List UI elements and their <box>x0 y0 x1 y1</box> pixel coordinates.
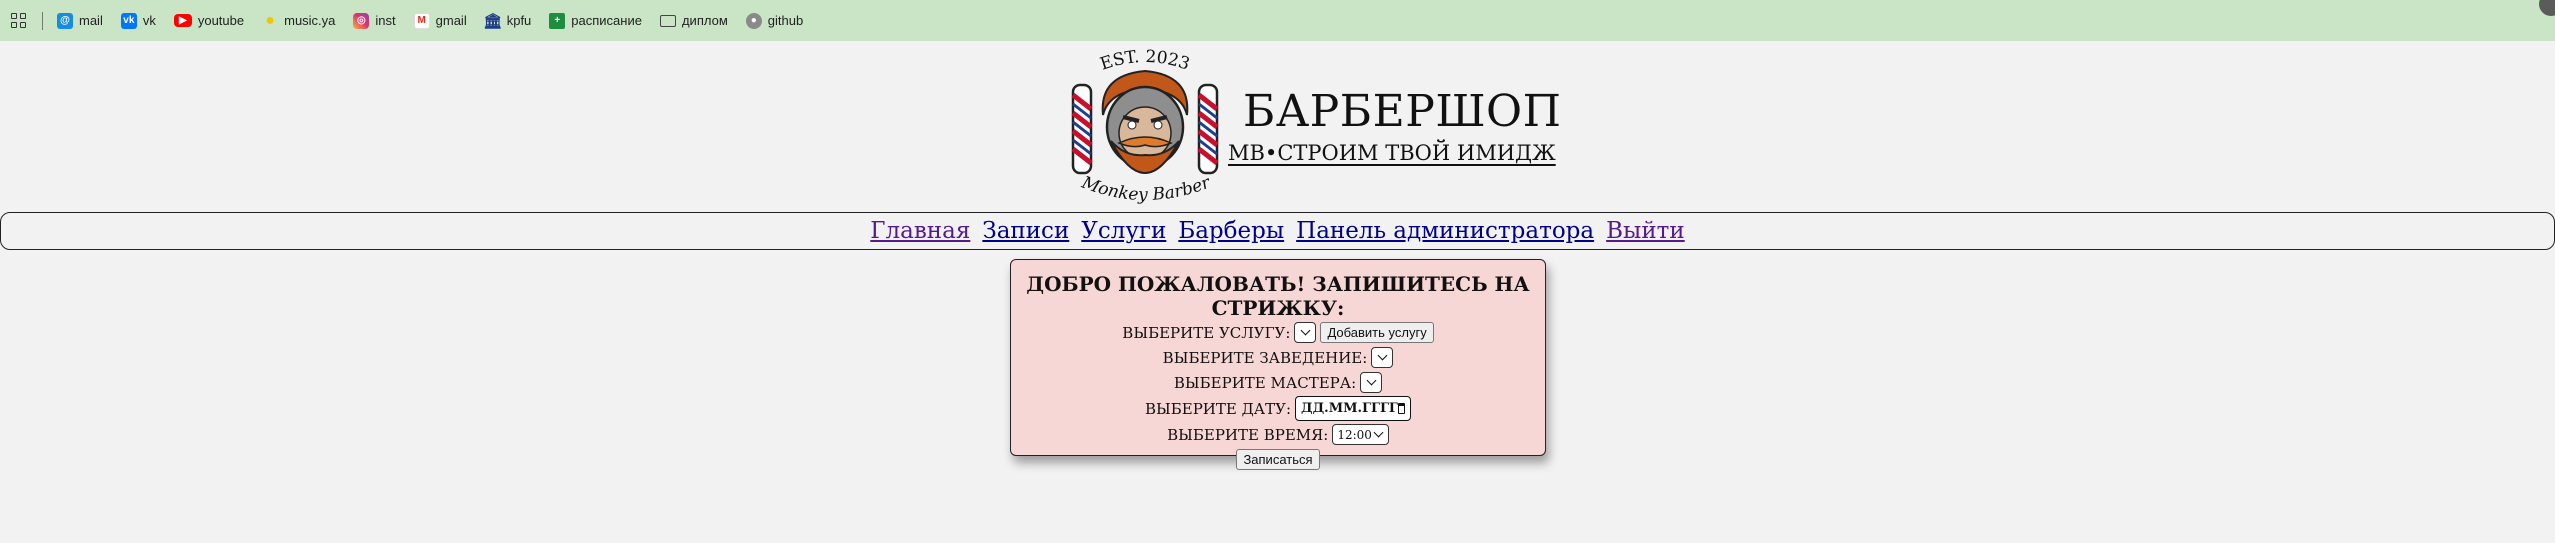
gmail-icon: M <box>413 12 430 29</box>
bookmark-label: kpfu <box>506 13 532 28</box>
bookmark-music[interactable]: ● music.ya <box>262 8 335 34</box>
time-label: ВЫБЕРИТЕ ВРЕМЯ: <box>1167 425 1329 444</box>
bookmarks-separator <box>42 11 43 30</box>
date-input[interactable]: ДД.ММ.ГГГГ <box>1295 396 1412 421</box>
form-heading: ДОБРО ПОЖАЛОВАТЬ! ЗАПИШИТЕСЬ НА СТРИЖКУ: <box>1026 272 1530 320</box>
chevron-down-icon <box>1301 325 1311 336</box>
apps-grid-icon[interactable] <box>11 13 26 28</box>
nav-logout[interactable]: Выйти <box>1606 218 1685 244</box>
chevron-down-icon <box>1373 427 1384 438</box>
bookmark-label: youtube <box>197 13 245 28</box>
service-row: ВЫБЕРИТЕ УСЛУГУ: Добавить услугу <box>1011 320 1545 345</box>
place-row: ВЫБЕРИТЕ ЗАВЕДЕНИЕ: <box>1011 345 1545 370</box>
sheets-icon: + <box>549 12 566 29</box>
master-select[interactable] <box>1360 372 1383 393</box>
time-value: 12:00 <box>1337 427 1372 442</box>
barbershop-logo: EST. 2023 Monkey Barber <box>1071 47 1219 205</box>
nav-admin-panel[interactable]: Панель администратора <box>1296 218 1594 244</box>
logo-brand-text: Monkey Barber <box>1078 172 1214 205</box>
svg-text:Monkey Barber: Monkey Barber <box>1078 172 1214 205</box>
github-icon: ● <box>745 12 762 29</box>
bookmark-label: github <box>767 13 804 28</box>
calendar-icon[interactable] <box>1397 403 1406 414</box>
service-label: ВЫБЕРИТЕ УСЛУГУ: <box>1122 323 1291 342</box>
university-icon: 🏛 <box>483 12 503 30</box>
bookmark-label: диплом <box>681 13 728 28</box>
date-placeholder: ДД.ММ.ГГГГ <box>1301 401 1398 416</box>
bookmark-github[interactable]: ● github <box>745 8 804 34</box>
bookmark-vk[interactable]: vk vk <box>120 8 156 34</box>
booking-form: ДОБРО ПОЖАЛОВАТЬ! ЗАПИШИТЕСЬ НА СТРИЖКУ:… <box>1010 259 1546 470</box>
bookmark-mail[interactable]: @ mail <box>57 8 103 34</box>
bookmark-kpfu[interactable]: 🏛 kpfu <box>483 8 532 34</box>
bookmark-label: vk <box>142 13 156 28</box>
nav-records[interactable]: Записи <box>982 218 1069 244</box>
bookmark-schedule[interactable]: + расписание <box>549 8 642 34</box>
bookmarks-bar: @ mail vk vk ▶ youtube ● music.ya ◎ inst… <box>0 0 2555 41</box>
bookmark-inst[interactable]: ◎ inst <box>353 8 396 34</box>
add-service-button[interactable]: Добавить услугу <box>1320 322 1434 343</box>
vk-icon: vk <box>120 12 137 29</box>
nav-barbers[interactable]: Барберы <box>1178 218 1284 244</box>
main-nav: Главная Записи Услуги Барберы Панель адм… <box>0 212 2555 250</box>
place-label: ВЫБЕРИТЕ ЗАВЕДЕНИЕ: <box>1162 348 1368 367</box>
bookmark-label: mail <box>79 13 103 28</box>
bookmark-youtube[interactable]: ▶ youtube <box>173 8 245 34</box>
folder-icon <box>659 13 676 29</box>
nav-home[interactable]: Главная <box>870 218 970 244</box>
chevron-down-icon <box>1377 350 1388 361</box>
service-select[interactable] <box>1294 322 1317 343</box>
time-row: ВЫБЕРИТЕ ВРЕМЯ: 12:00 <box>1011 422 1545 447</box>
date-label: ВЫБЕРИТЕ ДАТУ: <box>1144 399 1292 418</box>
instagram-icon: ◎ <box>353 12 370 29</box>
chevron-down-icon <box>1366 375 1377 386</box>
brand-subtitle: MB•СТРОИМ ТВОЙ ИМИДЖ <box>1228 141 1556 165</box>
brand-title: БАРБЕРШОП <box>1243 86 1562 137</box>
bookmark-diploma[interactable]: диплом <box>659 8 728 34</box>
nav-services[interactable]: Услуги <box>1081 218 1166 244</box>
bookmark-label: расписание <box>571 13 642 28</box>
submit-button[interactable]: Записаться <box>1236 449 1320 470</box>
bookmark-gmail[interactable]: M gmail <box>413 8 467 34</box>
music-icon: ● <box>265 11 275 29</box>
mail-icon: @ <box>57 12 73 29</box>
submit-row: Записаться <box>1011 447 1545 472</box>
profile-avatar[interactable] <box>2539 0 2555 16</box>
place-select[interactable] <box>1371 347 1394 368</box>
master-label: ВЫБЕРИТЕ МАСТЕРА: <box>1173 373 1357 392</box>
date-row: ВЫБЕРИТЕ ДАТУ: ДД.ММ.ГГГГ <box>1011 395 1545 422</box>
youtube-icon: ▶ <box>173 14 192 27</box>
master-row: ВЫБЕРИТЕ МАСТЕРА: <box>1011 370 1545 395</box>
bookmark-label: gmail <box>435 13 467 28</box>
bookmark-label: inst <box>375 13 396 28</box>
time-select[interactable]: 12:00 <box>1332 424 1389 445</box>
bookmark-label: music.ya <box>284 13 336 28</box>
